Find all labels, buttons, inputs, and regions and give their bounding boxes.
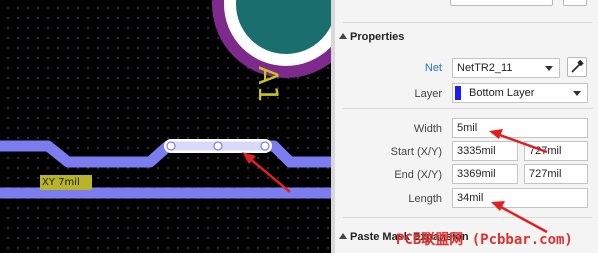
net-picker-button[interactable] (567, 57, 587, 77)
xy-readout: XY 7mil (40, 175, 92, 190)
end-y-input[interactable]: 727mil (524, 164, 588, 184)
top-button-stub[interactable] (563, 0, 587, 6)
pcb-graphics (0, 0, 331, 199)
layer-label: Layer (414, 88, 442, 100)
chevron-down-icon (573, 91, 581, 96)
net-label[interactable]: Net (335, 62, 442, 74)
eyedropper-icon (571, 59, 584, 73)
section-separator (343, 217, 593, 218)
length-value: 34mil (457, 192, 484, 204)
end-x-input[interactable]: 3369mil (452, 164, 518, 184)
width-input[interactable]: 5mil (452, 118, 588, 138)
length-input[interactable]: 34mil (452, 188, 588, 208)
top-field-stub[interactable] (450, 0, 553, 6)
layer-select[interactable]: Bottom Layer (452, 83, 588, 103)
segment-handle-mid[interactable] (213, 141, 223, 151)
watermark: PCB联盟网 (Pcbbar.com) (396, 232, 573, 248)
segment-handle-end[interactable] (260, 141, 270, 151)
properties-panel: Properties Net NetTR2_11 Layer Bottom La… (335, 0, 598, 253)
start-x-value: 3335mil (457, 145, 496, 157)
pcb-canvas[interactable]: A1 XY 7mil (0, 0, 331, 253)
width-value: 5mil (457, 122, 478, 134)
layer-value: Bottom Layer (469, 87, 535, 99)
section-separator (343, 108, 593, 109)
section-separator (343, 22, 593, 23)
layer-color-swatch (455, 86, 461, 100)
properties-section-header[interactable]: Properties (335, 28, 598, 48)
start-y-input[interactable]: 727mil (524, 141, 588, 161)
collapse-triangle-icon[interactable] (339, 233, 347, 239)
start-label: Start (X/Y) (390, 146, 442, 158)
net-value: NetTR2_11 (457, 62, 513, 74)
net-select[interactable]: NetTR2_11 (452, 58, 560, 78)
collapse-triangle-icon[interactable] (339, 33, 347, 39)
segment-handle-start[interactable] (166, 141, 176, 151)
end-x-value: 3369mil (457, 168, 496, 180)
length-label: Length (408, 193, 442, 205)
start-y-value: 727mil (529, 145, 562, 157)
component-designator: A1 (252, 66, 283, 104)
start-x-input[interactable]: 3335mil (452, 141, 518, 161)
width-label: Width (413, 123, 442, 135)
chevron-down-icon (545, 66, 553, 71)
end-label: End (X/Y) (394, 169, 442, 181)
end-y-value: 727mil (529, 168, 562, 180)
